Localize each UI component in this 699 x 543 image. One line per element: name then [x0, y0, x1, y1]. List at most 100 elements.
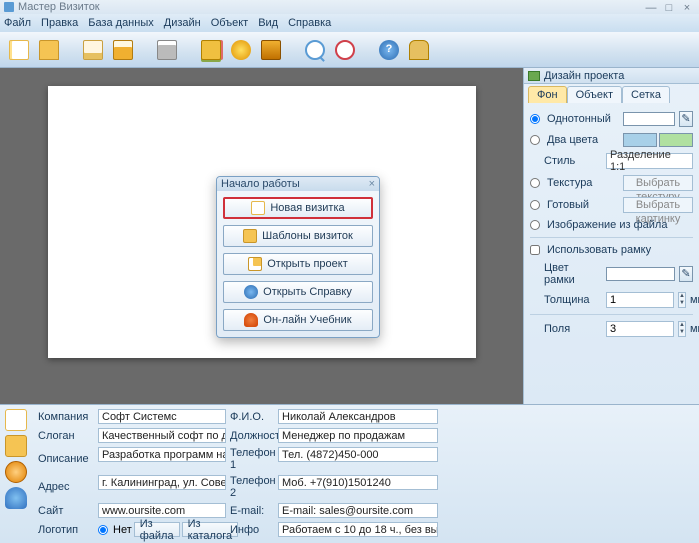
label-site: Сайт: [38, 503, 94, 518]
help-circle-icon: [244, 285, 258, 299]
menu-design[interactable]: Дизайн: [164, 17, 201, 29]
app-icon: [4, 2, 14, 12]
menu-edit[interactable]: Правка: [41, 17, 78, 29]
minimize-button[interactable]: —: [643, 2, 659, 12]
dialog-help-button[interactable]: Открыть Справку: [223, 281, 373, 303]
dialog-new-button[interactable]: Новая визитка: [223, 197, 373, 219]
choose-image-button[interactable]: Выбрать картинку: [623, 197, 693, 213]
menu-help[interactable]: Справка: [288, 17, 331, 29]
toolbar-paste[interactable]: [80, 37, 106, 63]
radio-from-file[interactable]: [530, 220, 540, 230]
print-icon: [157, 40, 177, 60]
field-company[interactable]: Софт Системс: [98, 409, 226, 424]
dialog-close-button[interactable]: ×: [369, 178, 375, 190]
label-ready: Готовый: [547, 199, 619, 211]
canvas-area: Начало работы × Новая визитка Шаблоны ви…: [0, 68, 523, 404]
label-two-colors: Два цвета: [547, 134, 619, 146]
close-button[interactable]: ×: [679, 2, 695, 12]
menu-bar: Файл Правка База данных Дизайн Объект Ви…: [0, 14, 699, 32]
label-texture: Текстура: [547, 177, 619, 189]
toolbar-effects[interactable]: [228, 37, 254, 63]
dialog-templates-button[interactable]: Шаблоны визиток: [223, 225, 373, 247]
radio-logo-none[interactable]: [98, 525, 108, 535]
templates-icon: [243, 229, 257, 243]
tab-background[interactable]: Фон: [528, 86, 567, 103]
radio-solid[interactable]: [530, 114, 540, 124]
toolbar-open[interactable]: [36, 37, 62, 63]
dialog-open-button[interactable]: Открыть проект: [223, 253, 373, 275]
toolbar-help[interactable]: ?: [376, 37, 402, 63]
field-fio[interactable]: Николай Александров: [278, 409, 438, 424]
clipboard-icon: [83, 40, 103, 60]
maximize-button[interactable]: □: [661, 2, 677, 12]
user-icon[interactable]: [5, 487, 27, 509]
toolbar-image[interactable]: [258, 37, 284, 63]
checkbox-use-frame[interactable]: [530, 245, 540, 255]
radio-two-colors[interactable]: [530, 135, 540, 145]
new-card-icon: [251, 201, 265, 215]
toolbar: ?: [0, 32, 699, 68]
toolbar-layers[interactable]: [198, 37, 224, 63]
field-position[interactable]: Менеджер по продажам: [278, 428, 438, 443]
side-panel: Дизайн проекта Фон Объект Сетка Однотонн…: [523, 68, 699, 404]
radio-ready[interactable]: [530, 200, 540, 210]
menu-object[interactable]: Объект: [211, 17, 248, 29]
label-thickness: Толщина: [530, 294, 602, 306]
menu-database[interactable]: База данных: [88, 17, 154, 29]
margins-spinner[interactable]: ▲▼: [678, 321, 686, 337]
label-address: Адрес: [38, 475, 94, 499]
menu-file[interactable]: Файл: [4, 17, 31, 29]
toolbar-register[interactable]: [406, 37, 432, 63]
tab-object[interactable]: Объект: [567, 86, 622, 103]
thickness-input[interactable]: [606, 292, 674, 308]
toolbar-zoom-reset[interactable]: [332, 37, 358, 63]
dialog-tutorial-label: Он-лайн Учебник: [263, 314, 351, 326]
card-data-icon[interactable]: [5, 409, 27, 431]
toolbar-save[interactable]: [110, 37, 136, 63]
style-select[interactable]: Разделение 1:1: [606, 153, 693, 169]
color-swatch-1[interactable]: [623, 133, 657, 147]
new-file-icon: [9, 40, 29, 60]
folder-data-icon[interactable]: [5, 435, 27, 457]
menu-view[interactable]: Вид: [258, 17, 278, 29]
color-picker-button[interactable]: ✎: [679, 111, 693, 127]
unit-mm: мм: [690, 294, 699, 306]
label-style: Стиль: [530, 155, 602, 167]
frame-color-swatch[interactable]: [606, 267, 675, 281]
dialog-new-label: Новая визитка: [270, 202, 344, 214]
thickness-spinner[interactable]: ▲▼: [678, 292, 686, 308]
design-panel-icon: [528, 71, 540, 81]
field-email[interactable]: E-mail: sales@oursite.com: [278, 503, 438, 518]
tab-grid[interactable]: Сетка: [622, 86, 670, 103]
label-solid: Однотонный: [547, 113, 619, 125]
frame-color-picker[interactable]: ✎: [679, 266, 693, 282]
field-phone2[interactable]: Моб. +7(910)1501240: [278, 475, 438, 490]
dialog-tutorial-button[interactable]: Он-лайн Учебник: [223, 309, 373, 331]
clock-icon[interactable]: [5, 461, 27, 483]
field-description[interactable]: Разработка программ на заказ: [98, 447, 226, 462]
dialog-open-label: Открыть проект: [267, 258, 348, 270]
margins-input[interactable]: [606, 321, 674, 337]
toolbar-print[interactable]: [154, 37, 180, 63]
toolbar-new[interactable]: [6, 37, 32, 63]
star-icon: [231, 40, 251, 60]
choose-texture-button[interactable]: Выбрать текстуру: [623, 175, 693, 191]
field-address[interactable]: г. Калининград, ул. Советская, д.67, оф.…: [98, 475, 226, 490]
open-project-icon: [248, 257, 262, 271]
color-swatch-2[interactable]: [659, 133, 693, 147]
field-info[interactable]: Работаем с 10 до 18 ч., без выходных: [278, 522, 438, 537]
help-icon: ?: [379, 40, 399, 60]
dialog-title-bar: Начало работы ×: [217, 177, 379, 191]
tutorial-icon: [244, 313, 258, 327]
radio-texture[interactable]: [530, 178, 540, 188]
field-slogan[interactable]: Качественный софт по доступным ценам: [98, 428, 226, 443]
label-fio: Ф.И.О.: [230, 409, 274, 424]
label-phone2: Телефон 2: [230, 475, 274, 499]
toolbar-zoom[interactable]: [302, 37, 328, 63]
field-phone1[interactable]: Тел. (4872)450-000: [278, 447, 438, 462]
label-company: Компания: [38, 409, 94, 424]
logo-from-file-button[interactable]: Из файла: [134, 522, 180, 537]
dialog-title: Начало работы: [221, 178, 300, 190]
field-site[interactable]: www.oursite.com: [98, 503, 226, 518]
color-swatch-solid[interactable]: [623, 112, 675, 126]
